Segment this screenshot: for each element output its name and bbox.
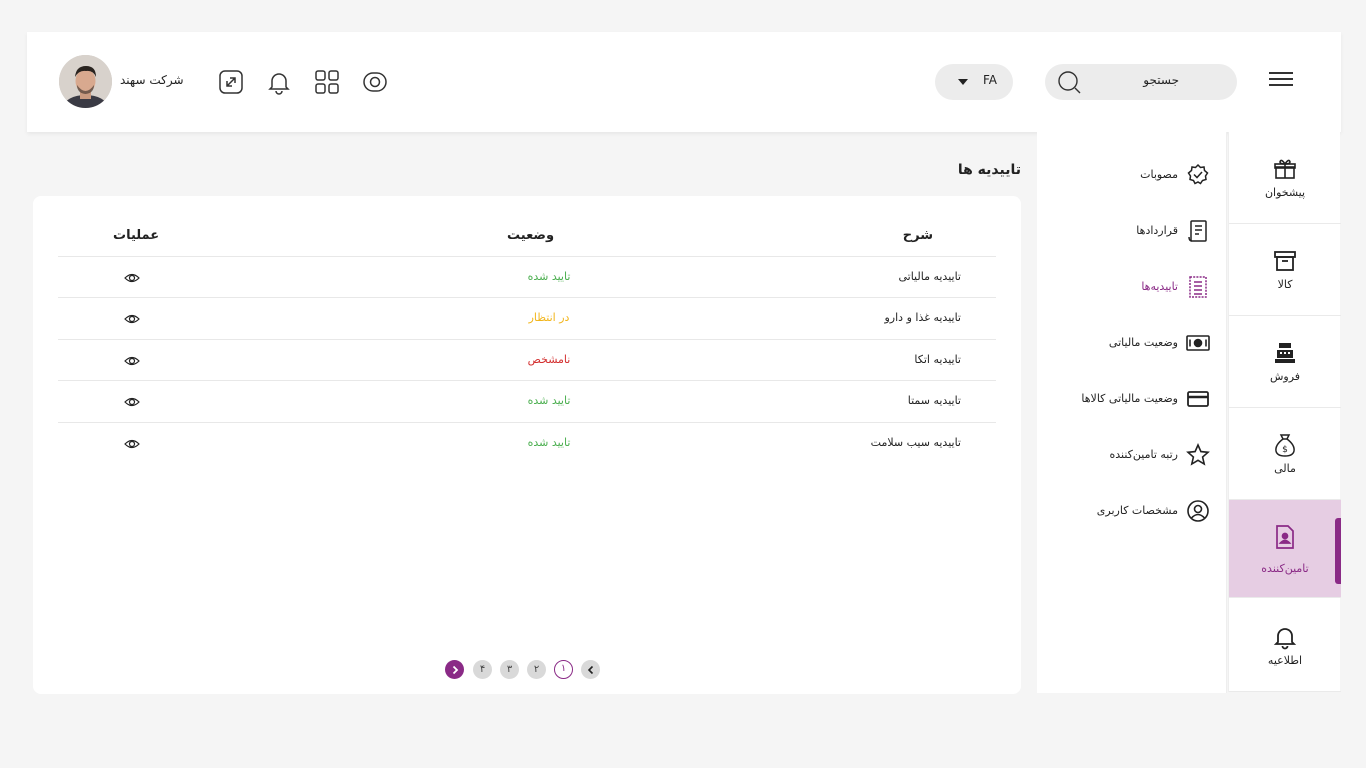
submenu-item-goods-tax-status[interactable]: وضعیت مالیاتی کالاها bbox=[1036, 381, 1226, 417]
sidebar-item-sales[interactable]: فروش bbox=[1229, 316, 1341, 408]
row-description: تاییدیه اتکا bbox=[914, 353, 961, 366]
submenu-item-confirmations[interactable]: تاییدیه‌ها bbox=[1036, 269, 1226, 305]
table-row: تاییدیه اتکا نامشخص bbox=[58, 339, 996, 381]
sidebar-item-label: پیشخوان bbox=[1264, 186, 1306, 199]
archive-box-icon bbox=[1274, 251, 1296, 271]
search-box[interactable]: جستجو bbox=[1045, 64, 1237, 100]
chevron-down-icon bbox=[958, 79, 968, 85]
submenu-item-contracts[interactable]: قراردادها bbox=[1036, 213, 1226, 249]
user-circle-icon bbox=[1187, 500, 1209, 522]
grid-icon[interactable] bbox=[313, 68, 341, 96]
bell-icon[interactable] bbox=[265, 68, 293, 96]
table-row: تاییدیه سمتا تایید شده bbox=[58, 380, 996, 422]
chevron-left-icon bbox=[587, 665, 593, 674]
chevron-right-icon bbox=[452, 665, 458, 674]
pagination-page-4[interactable]: ۴ bbox=[473, 660, 492, 679]
sidebar-item-finance[interactable]: $ مالی bbox=[1229, 408, 1341, 500]
status-badge: تایید شده bbox=[527, 394, 571, 407]
verified-badge-icon bbox=[1187, 163, 1209, 185]
view-eye-icon[interactable] bbox=[124, 353, 140, 369]
money-bag-icon: $ bbox=[1275, 434, 1295, 457]
submenu-item-supplier-rank[interactable]: رتبه تامین‌کننده bbox=[1036, 437, 1226, 473]
company-name: شرکت سهند bbox=[120, 73, 184, 87]
language-select[interactable]: FA bbox=[935, 64, 1013, 100]
svg-text:$: $ bbox=[1282, 445, 1288, 455]
search-input[interactable]: جستجو bbox=[1143, 73, 1179, 87]
submenu-item-label: وضعیت مالیاتی bbox=[1108, 336, 1178, 349]
column-header-description: شرح bbox=[902, 228, 933, 243]
expand-icon[interactable] bbox=[217, 68, 245, 96]
sidebar-item-label: فروش bbox=[1269, 370, 1301, 383]
confirmations-card: شرح وضعیت عملیات تاییدیه مالیاتی تایید ش… bbox=[33, 196, 1021, 694]
submenu-item-label: مصوبات bbox=[1140, 168, 1178, 181]
credit-card-icon bbox=[1187, 391, 1209, 407]
pagination-next-button[interactable] bbox=[445, 660, 464, 679]
status-badge: در انتظار bbox=[528, 311, 570, 324]
table-row: تاییدیه غذا و دارو در انتظار bbox=[58, 297, 996, 339]
column-header-status: وضعیت bbox=[507, 228, 555, 243]
sidebar-item-goods[interactable]: کالا bbox=[1229, 224, 1341, 316]
contract-icon bbox=[1188, 220, 1207, 242]
table-row: تاییدیه سیب سلامت تایید شده bbox=[58, 422, 996, 464]
view-eye-icon[interactable] bbox=[124, 311, 140, 327]
view-eye-icon[interactable] bbox=[124, 436, 140, 452]
language-value: FA bbox=[983, 73, 998, 87]
sidebar-item-label: کالا bbox=[1277, 278, 1293, 291]
submenu-item-label: قراردادها bbox=[1136, 224, 1178, 237]
status-badge: تایید شده bbox=[527, 270, 571, 283]
status-badge: تایید شده bbox=[527, 436, 571, 449]
sidebar-item-label: اطلاعیه bbox=[1267, 654, 1303, 667]
sidebar-item-label: تامین‌کننده bbox=[1261, 562, 1309, 575]
top-header: جستجو FA شرکت سهند bbox=[27, 32, 1341, 132]
main-sidebar: پیشخوان کالا فروش $ مالی تامین‌کننده bbox=[1228, 132, 1341, 692]
table-row: تاییدیه مالیاتی تایید شده bbox=[58, 256, 996, 298]
row-description: تاییدیه سمتا bbox=[907, 394, 961, 407]
cash-register-icon bbox=[1275, 343, 1295, 363]
submenu-item-label: تاییدیه‌ها bbox=[1141, 280, 1178, 293]
pagination-page-1[interactable]: ۱ bbox=[554, 660, 573, 679]
receipt-icon bbox=[1189, 276, 1207, 298]
active-indicator bbox=[1335, 518, 1341, 584]
column-header-actions: عملیات bbox=[113, 228, 160, 243]
supplier-file-icon bbox=[1276, 525, 1294, 549]
pagination-page-2[interactable]: ۲ bbox=[527, 660, 546, 679]
gift-icon bbox=[1274, 159, 1296, 179]
search-icon[interactable] bbox=[1057, 70, 1081, 94]
bell-icon bbox=[1273, 628, 1297, 650]
sidebar-item-notifications[interactable]: اطلاعیه bbox=[1229, 600, 1341, 692]
sidebar-item-supplier[interactable]: تامین‌کننده bbox=[1229, 500, 1341, 598]
banknote-icon bbox=[1186, 335, 1210, 351]
submenu-item-tax-status[interactable]: وضعیت مالیاتی bbox=[1036, 325, 1226, 361]
menu-icon[interactable] bbox=[1269, 72, 1293, 92]
sub-sidebar: مصوبات قراردادها تاییدیه‌ها وضعیت مالیات… bbox=[1037, 132, 1227, 693]
page-title: تاییدیه ها bbox=[957, 162, 1021, 178]
submenu-item-user-profile[interactable]: مشخصات کاربری bbox=[1036, 493, 1226, 529]
sidebar-item-dashboard[interactable]: پیشخوان bbox=[1229, 132, 1341, 224]
pagination-prev-button[interactable] bbox=[581, 660, 600, 679]
eye-icon[interactable] bbox=[361, 68, 389, 96]
status-badge: نامشخص bbox=[527, 353, 571, 366]
row-description: تاییدیه مالیاتی bbox=[898, 270, 961, 283]
submenu-item-label: رتبه تامین‌کننده bbox=[1109, 448, 1179, 461]
row-description: تاییدیه غذا و دارو bbox=[884, 311, 962, 324]
submenu-item-approvals[interactable]: مصوبات bbox=[1036, 157, 1226, 193]
star-icon bbox=[1186, 443, 1210, 466]
pagination-page-3[interactable]: ۳ bbox=[500, 660, 519, 679]
avatar[interactable] bbox=[59, 55, 112, 108]
submenu-item-label: وضعیت مالیاتی کالاها bbox=[1081, 392, 1178, 405]
view-eye-icon[interactable] bbox=[124, 270, 140, 286]
row-description: تاییدیه سیب سلامت bbox=[870, 436, 961, 449]
view-eye-icon[interactable] bbox=[124, 394, 140, 410]
submenu-item-label: مشخصات کاربری bbox=[1096, 504, 1178, 517]
sidebar-item-label: مالی bbox=[1274, 462, 1296, 475]
